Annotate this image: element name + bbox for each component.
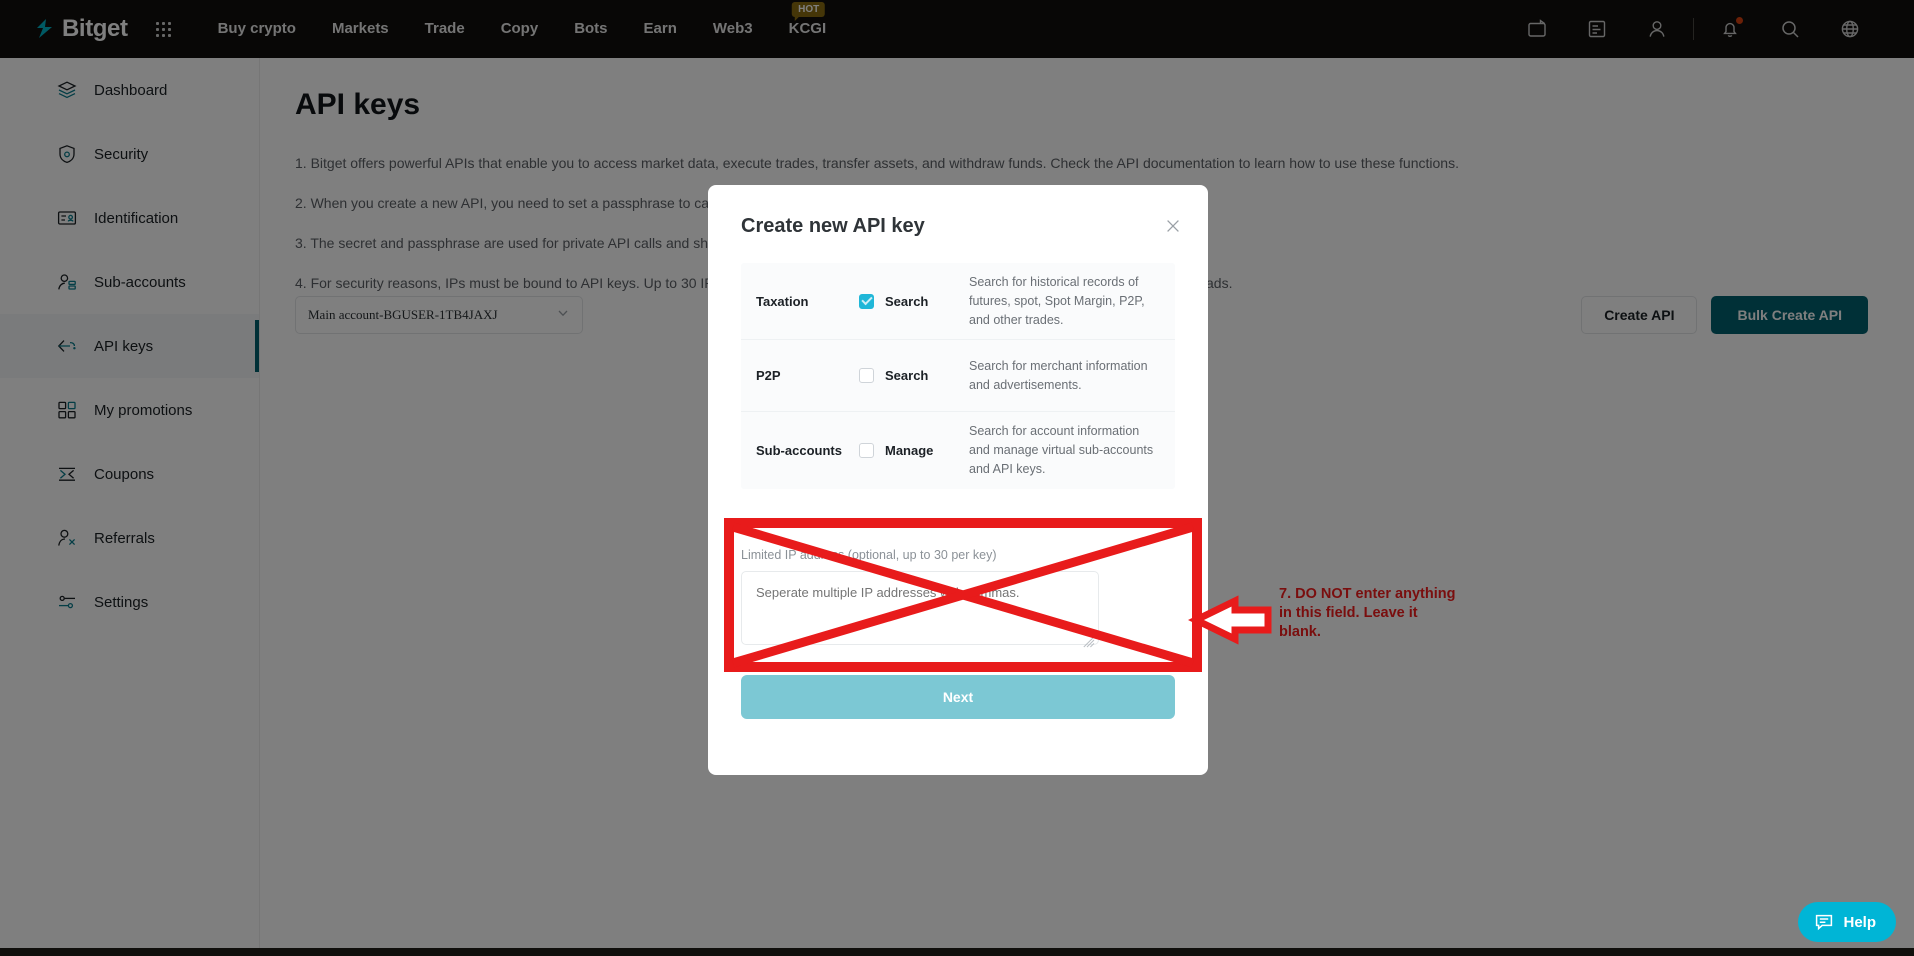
ip-address-block: Limited IP address (optional, up to 30 p… [733,548,1183,650]
permission-category: P2P [756,368,781,384]
permission-description: Search for merchant information and adve… [969,359,1148,392]
app-root: Bitget Buy crypto Markets Trade Copy Bot… [0,0,1914,956]
ip-address-label: Limited IP address (optional, up to 30 p… [733,548,1183,562]
permission-action-label: Search [885,368,929,384]
permission-checkbox-taxation-search[interactable] [859,293,874,309]
permission-description: Search for account information and manag… [969,424,1154,476]
create-api-key-modal: Create new API key Taxation Search Searc… [708,185,1208,775]
next-button[interactable]: Next [741,675,1175,719]
chat-help-icon [1814,912,1834,932]
permission-row: Taxation Search Search for historical re… [741,263,1175,341]
permission-checkbox-p2p-search[interactable] [859,368,874,384]
permissions-table: Taxation Search Search for historical re… [741,263,1175,489]
permission-category: Taxation [756,293,809,309]
permission-checkbox-group: Search [859,368,969,384]
footer-strip [0,948,1914,956]
permission-row: P2P Search Search for merchant informati… [741,340,1175,413]
ip-address-input[interactable] [741,571,1099,645]
permission-description: Search for historical records of futures… [969,275,1145,327]
permission-action-label: Manage [885,442,934,458]
help-button-label: Help [1843,913,1876,931]
modal-title: Create new API key [741,215,925,237]
permission-checkbox-group: Search [859,293,969,309]
permission-action-label: Search [885,293,929,309]
help-button[interactable]: Help [1798,902,1896,942]
permission-category: Sub-accounts [756,442,842,458]
permission-row: Sub-accounts Manage Search for account i… [741,412,1175,488]
ip-address-hint: (optional, up to 30 per key) [847,548,997,562]
close-icon[interactable] [1164,217,1182,235]
ip-address-label-text: Limited IP address [741,548,845,562]
permission-checkbox-group: Manage [859,442,969,458]
permission-checkbox-sub-accounts-manage[interactable] [859,442,874,458]
